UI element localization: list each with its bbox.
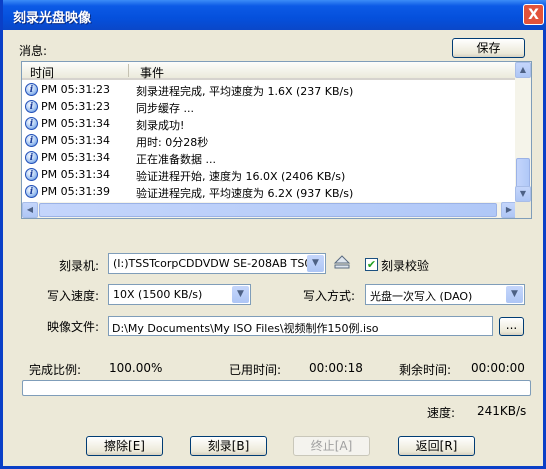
list-item[interactable]: i PM 05:31:34 验证进程开始, 速度为 16.0X (2406 KB/s… — [22, 167, 517, 184]
column-event[interactable]: 事件 — [140, 64, 164, 81]
info-icon: i — [25, 185, 38, 198]
chevron-down-icon[interactable]: ▼ — [307, 255, 324, 272]
row-event: 验证进程开始, 速度为 16.0X (2406 KB/s) — [136, 170, 346, 183]
vertical-scrollbar[interactable]: ▲ ▼ — [515, 62, 531, 202]
horizontal-scrollbar[interactable]: ◀ ▶ — [22, 202, 517, 218]
remaining-value: 00:00:00 — [471, 361, 525, 375]
burner-label: 刻录机: — [59, 259, 100, 273]
close-button[interactable]: X — [523, 4, 544, 25]
list-item[interactable]: i PM 05:31:34 用时: 0分28秒 — [22, 133, 517, 150]
message-list[interactable]: 时间 事件 i PM 05:31:23 刻录进程完成, 平均速度为 1.6X (23… — [21, 61, 532, 219]
row-event: 正在准备数据 ... — [136, 153, 216, 166]
row-event: 同步缓存 ... — [136, 102, 194, 115]
vertical-scroll-thumb[interactable] — [516, 158, 530, 188]
row-event: 刻录成功! — [136, 119, 185, 132]
info-icon: i — [25, 168, 38, 181]
image-file-input[interactable]: D:\My Documents\My ISO Files\视频制作150例.is… — [108, 316, 493, 336]
info-icon: i — [25, 117, 38, 130]
scroll-down-icon[interactable]: ▼ — [515, 186, 531, 202]
row-time: PM 05:31:34 — [41, 168, 111, 181]
row-time: PM 05:31:34 — [41, 134, 111, 147]
back-button[interactable]: 返回[R] — [398, 436, 475, 456]
elapsed-label: 已用时间: — [229, 363, 282, 377]
list-item[interactable]: i PM 05:31:34 正在准备数据 ... — [22, 150, 517, 167]
complete-label: 完成比例: — [29, 363, 82, 377]
burner-value: (I:)TSSTcorpCDDVDW SE-208AB TS03 — [113, 257, 319, 270]
scroll-left-icon[interactable]: ◀ — [22, 202, 38, 218]
elapsed-value: 00:00:18 — [309, 361, 363, 375]
info-icon: i — [25, 134, 38, 147]
burn-image-dialog: 刻录光盘映像 X 消息: 保存 时间 事件 i PM 05:31:23 刻录进程完成… — [0, 0, 546, 469]
speed-value: 10X (1500 KB/s) — [113, 288, 203, 301]
eject-icon[interactable] — [333, 253, 351, 271]
messages-label: 消息: — [19, 44, 48, 58]
chevron-down-icon[interactable]: ▼ — [232, 286, 249, 303]
write-mode-value: 光盘一次写入 (DAO) — [370, 290, 473, 303]
speed-label: 写入速度: — [47, 289, 100, 303]
info-icon: i — [25, 83, 38, 96]
write-mode-select[interactable]: 光盘一次写入 (DAO) ▼ — [365, 284, 525, 305]
scroll-up-icon[interactable]: ▲ — [515, 62, 531, 78]
title-bar[interactable]: 刻录光盘映像 X — [3, 0, 546, 30]
list-item[interactable]: i PM 05:31:39 验证进程完成, 平均速度为 6.2X (937 KB/s… — [22, 184, 517, 201]
chevron-down-icon[interactable]: ▼ — [506, 286, 523, 303]
row-event: 用时: 0分28秒 — [136, 136, 209, 149]
list-item[interactable]: i PM 05:31:23 同步缓存 ... — [22, 99, 517, 116]
list-item[interactable]: i PM 05:31:34 刻录成功! — [22, 116, 517, 133]
horizontal-scroll-thumb[interactable] — [39, 203, 497, 217]
abort-button[interactable]: 终止[A] — [293, 436, 370, 456]
row-time: PM 05:31:34 — [41, 117, 111, 130]
image-file-value: D:\My Documents\My ISO Files\视频制作150例.is… — [112, 322, 379, 335]
info-icon: i — [25, 151, 38, 164]
complete-value: 100.00% — [109, 361, 163, 375]
row-time: PM 05:31:23 — [41, 83, 111, 96]
progress-bar — [22, 380, 531, 396]
remaining-label: 剩余时间: — [399, 363, 452, 377]
row-event: 刻录进程完成, 平均速度为 1.6X (237 KB/s) — [136, 85, 354, 98]
save-button[interactable]: 保存 — [452, 38, 525, 58]
burner-select[interactable]: (I:)TSSTcorpCDDVDW SE-208AB TS03 ▼ — [108, 253, 326, 274]
verify-checkbox[interactable]: ✔ — [365, 258, 378, 271]
row-time: PM 05:31:39 — [41, 185, 111, 198]
write-mode-label: 写入方式: — [303, 289, 356, 303]
list-header: 时间 事件 — [22, 62, 517, 80]
row-time: PM 05:31:34 — [41, 151, 111, 164]
browse-button[interactable]: ... — [499, 317, 524, 336]
row-event: 验证进程完成, 平均速度为 6.2X (937 KB/s) — [136, 187, 354, 200]
speed-status-value: 241KB/s — [477, 404, 527, 418]
row-time: PM 05:31:23 — [41, 100, 111, 113]
erase-button[interactable]: 擦除[E] — [86, 436, 163, 456]
info-icon: i — [25, 100, 38, 113]
speed-select[interactable]: 10X (1500 KB/s) ▼ — [108, 284, 251, 305]
window-title: 刻录光盘映像 — [13, 11, 92, 26]
column-time[interactable]: 时间 — [30, 64, 54, 81]
list-item[interactable]: i PM 05:31:23 刻录进程完成, 平均速度为 1.6X (237 KB/s… — [22, 82, 517, 99]
burn-button[interactable]: 刻录[B] — [190, 436, 267, 456]
image-file-label: 映像文件: — [47, 320, 100, 334]
verify-label: 刻录校验 — [381, 259, 430, 273]
speed-status-label: 速度: — [427, 406, 456, 420]
